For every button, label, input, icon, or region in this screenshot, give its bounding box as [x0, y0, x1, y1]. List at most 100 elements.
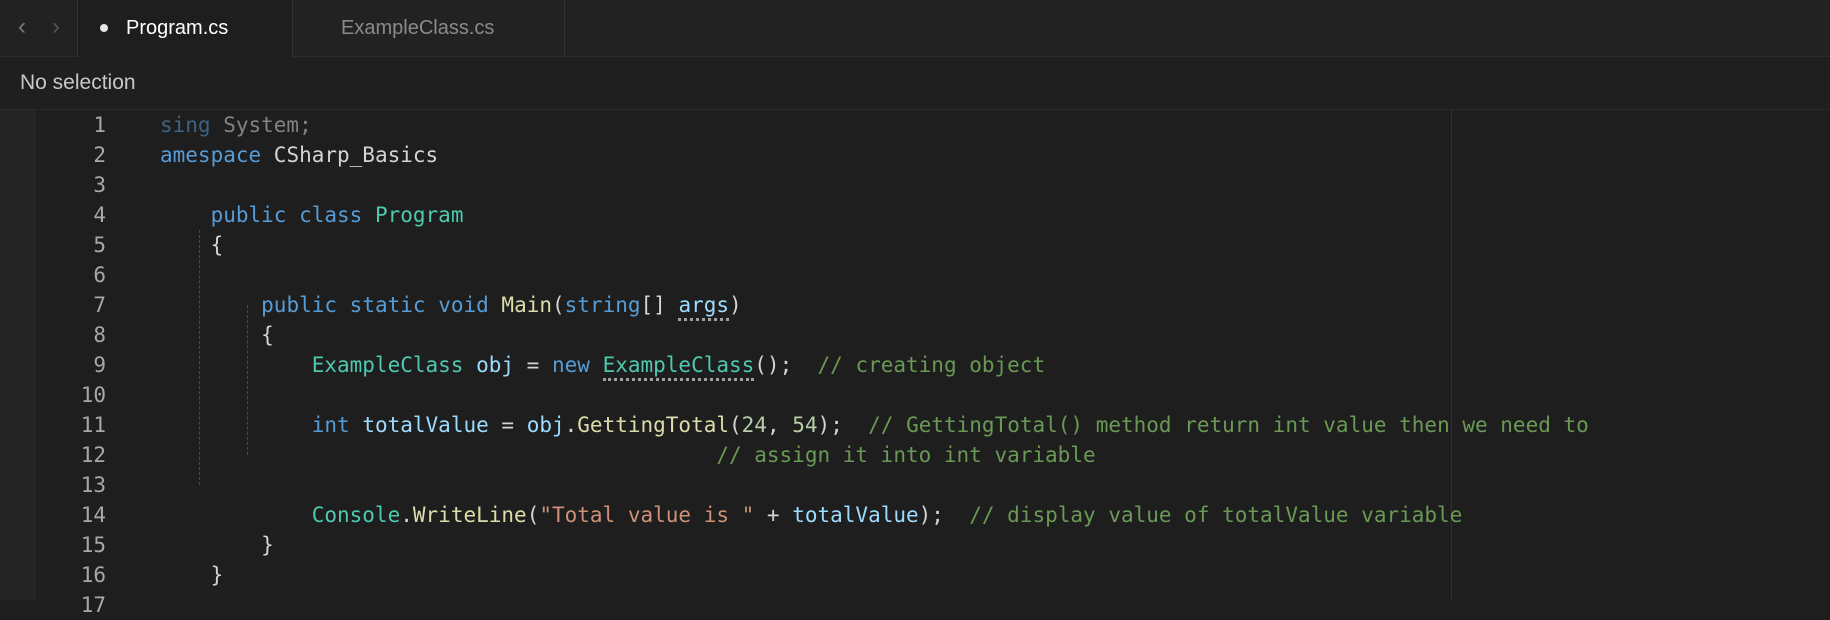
code-token: = [488, 413, 527, 437]
code-token: class [299, 203, 363, 227]
minimap-strip [0, 110, 36, 600]
code-token: { [160, 323, 274, 347]
code-token: 24 [741, 413, 767, 437]
code-token: WriteLine [412, 503, 527, 527]
code-token: Program [374, 203, 464, 227]
code-token: void [438, 293, 489, 317]
code-token: , [766, 413, 793, 437]
code-token: static [349, 293, 426, 317]
code-token: totalValue [792, 503, 919, 527]
line-number: 2 [93, 143, 106, 167]
code-token: ( [729, 413, 742, 437]
code-token: } [160, 533, 274, 557]
code-token: new [551, 353, 590, 377]
code-token: ); [918, 503, 944, 527]
code-token: string [564, 293, 641, 317]
code-token: (); [754, 353, 793, 377]
line-number: 16 [80, 563, 106, 587]
code-token: public [210, 203, 287, 227]
code-token: obj [526, 413, 565, 437]
code-line[interactable]: } [160, 560, 224, 590]
line-number: 7 [93, 293, 106, 317]
code-token: "Total value is " [539, 503, 755, 527]
code-token: ( [552, 293, 565, 317]
line-number: 5 [93, 233, 106, 257]
line-number: 6 [93, 263, 106, 287]
code-token: public [261, 293, 338, 317]
code-token: amespace [160, 143, 262, 167]
code-token: ); [817, 413, 843, 437]
line-number: 10 [80, 383, 106, 407]
code-line[interactable]: amespace CSharp_Basics [160, 140, 438, 170]
dot-icon [100, 24, 108, 32]
code-token: GettingTotal [577, 413, 729, 437]
code-line[interactable]: { [160, 320, 274, 350]
chevron-left-icon[interactable]: ‹ [8, 0, 36, 56]
code-token: 54 [792, 413, 818, 437]
code-token: totalValue [362, 413, 489, 437]
code-line[interactable]: Console.WriteLine("Total value is " + to… [160, 500, 1463, 530]
line-number: 9 [93, 353, 106, 377]
code-token: CSharp_Basics [261, 143, 439, 167]
code-token: } [160, 563, 224, 587]
code-token: // creating object [817, 353, 1046, 377]
code-token: ) [729, 293, 742, 317]
tab-label: ExampleClass.cs [341, 17, 495, 39]
line-number: 15 [80, 533, 106, 557]
line-number: 13 [80, 473, 106, 497]
code-area[interactable]: sing System; amespace CSharp_Basics publi… [160, 110, 1830, 600]
code-token: Console [311, 503, 401, 527]
code-token: obj [476, 353, 515, 377]
line-number: 1 [93, 113, 106, 137]
code-token: // GettingTotal() method return int valu… [868, 413, 1589, 437]
tab-program-cs[interactable]: Program.cs [77, 0, 293, 57]
code-line[interactable]: { [160, 230, 224, 260]
chevron-right-icon[interactable]: › [42, 0, 70, 56]
code-token: . [400, 503, 413, 527]
code-token: // assign it into int variable [716, 443, 1096, 467]
line-number: 3 [93, 173, 106, 197]
line-number-gutter: 1 2 3 4 5 6 7 8 9 10 11 12 13 14 15 16 17 [36, 110, 116, 617]
code-line[interactable]: ExampleClass obj = new ExampleClass(); /… [160, 350, 1046, 381]
line-number: 12 [80, 443, 106, 467]
indent-guide [247, 305, 248, 455]
code-line[interactable]: public class Program [160, 200, 464, 230]
code-line[interactable]: int totalValue = obj.GettingTotal(24, 54… [160, 410, 1589, 440]
code-line[interactable]: } [160, 530, 274, 560]
jump-bar-text: No selection [20, 71, 136, 94]
tab-label: Program.cs [126, 17, 229, 39]
code-token: args [678, 293, 730, 321]
line-number: 4 [93, 203, 106, 227]
code-editor[interactable]: 1 2 3 4 5 6 7 8 9 10 11 12 13 14 15 16 17 sing System; am… [0, 110, 1830, 617]
code-line[interactable]: // assign it into int variable [160, 440, 1096, 470]
code-token: ExampleClass [311, 353, 464, 377]
code-line[interactable]: sing System; [160, 110, 312, 140]
tab-exampleclass-cs[interactable]: ExampleClass.cs [293, 0, 565, 56]
line-number: 17 [80, 593, 106, 617]
code-token: Main [501, 293, 552, 317]
code-token: [] [640, 293, 679, 317]
code-token: . [564, 413, 578, 437]
code-token: + [754, 503, 793, 527]
code-token: sing [160, 113, 211, 137]
jump-bar[interactable]: No selection [0, 57, 1830, 110]
indent-guide [199, 230, 200, 485]
code-token: // display value of totalValue variable [969, 503, 1463, 527]
